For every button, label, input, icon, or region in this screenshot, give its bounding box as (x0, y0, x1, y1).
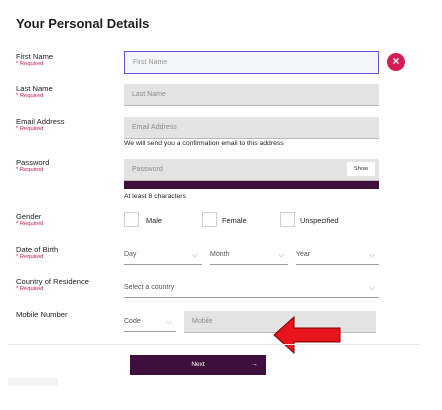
dob-year-select[interactable]: Year ⌵ (296, 246, 379, 265)
error-icon: × (387, 53, 405, 71)
gender-male-checkbox[interactable] (124, 212, 139, 227)
arrow-right-icon: → (251, 361, 258, 368)
gender-male-label: Male (146, 216, 163, 225)
gender-unspecified-label: Unspecified (300, 216, 339, 225)
password-input[interactable]: Password (124, 159, 379, 181)
required-marker: * Required (16, 93, 44, 99)
chevron-down-icon: ⌵ (191, 250, 198, 259)
last-name-input[interactable]: Last Name (124, 84, 379, 106)
gender-female-label: Female (222, 216, 247, 225)
dob-day-select[interactable]: Day ⌵ (124, 246, 202, 265)
required-marker: * Required (16, 167, 44, 173)
gender-label: Gender * Required (16, 212, 44, 227)
last-name-label: Last Name * Required (16, 84, 53, 99)
first-name-input[interactable]: First Name (124, 51, 379, 74)
placeholder-block (8, 378, 58, 386)
required-marker: * Required (16, 286, 44, 292)
gender-female-checkbox[interactable] (202, 212, 217, 227)
gender-unspecified-checkbox[interactable] (280, 212, 295, 227)
password-strength-bar (124, 181, 379, 189)
email-label: Email Address * Required (16, 117, 65, 132)
required-marker: * Required (16, 61, 44, 67)
required-marker: * Required (16, 254, 44, 260)
password-label: Password * Required (16, 158, 50, 173)
country-label: Country of Residence * Required (16, 277, 90, 292)
required-marker: * Required (16, 221, 44, 227)
next-button[interactable]: Next → (130, 355, 266, 375)
email-input[interactable]: Email Address (124, 117, 379, 139)
email-note: We will send you a confirmation email to… (124, 140, 284, 147)
chevron-down-icon: ⌵ (165, 317, 172, 326)
required-marker: * Required (16, 126, 44, 132)
dob-label: Date of Birth * Required (16, 245, 59, 260)
country-select[interactable]: Select a country ⌵ (124, 279, 379, 298)
chevron-down-icon: ⌵ (368, 250, 375, 259)
chevron-down-icon: ⌵ (368, 283, 375, 292)
chevron-down-icon: ⌵ (277, 250, 284, 259)
divider (8, 344, 420, 345)
red-arrow-annotation (273, 315, 341, 355)
mobile-code-select[interactable]: Code ⌵ (124, 313, 176, 332)
show-password-button[interactable]: Show (347, 162, 375, 176)
dob-month-select[interactable]: Month ⌵ (210, 246, 288, 265)
first-name-label: First Name * Required (16, 52, 54, 67)
password-note: At least 8 characters (124, 193, 186, 200)
mobile-label: Mobile Number (16, 310, 68, 319)
page-title: Your Personal Details (16, 16, 150, 31)
